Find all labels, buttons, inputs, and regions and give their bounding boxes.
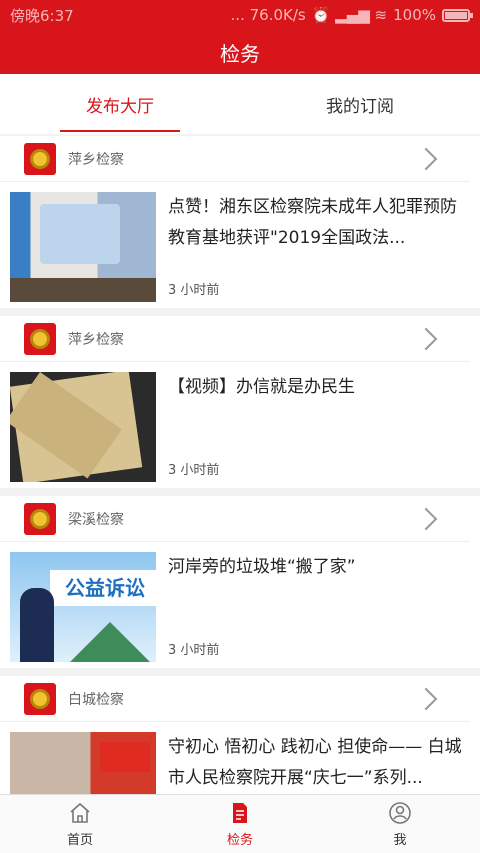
chevron-right-icon[interactable]	[414, 687, 438, 710]
news-title[interactable]: 河岸旁的垃圾堆“搬了家”	[168, 552, 470, 614]
news-thumbnail[interactable]: 公益诉讼	[10, 552, 156, 662]
news-title[interactable]: 【视频】办信就是办民生	[168, 372, 470, 434]
nav-procuratorial[interactable]: 检务	[160, 795, 320, 853]
news-time: 3 小时前	[168, 643, 220, 658]
network-speed: ... 76.0K/s	[230, 6, 306, 24]
news-card[interactable]: 白城检察 守初心 悟初心 践初心 担使命—— 白城市人民检察院开展“庆七一”系列…	[0, 676, 480, 794]
news-title[interactable]: 点赞！湘东区检察院未成年人犯罪预防教育基地获评"2019全国政法...	[168, 192, 470, 254]
procuratorate-emblem-icon	[24, 142, 56, 175]
source-name: 梁溪检察	[68, 511, 124, 528]
source-name: 萍乡检察	[68, 151, 124, 168]
procuratorate-emblem-icon	[24, 682, 56, 715]
signal-icons: ⏰ ▂▄▆ ≋	[311, 6, 388, 24]
news-card[interactable]: 萍乡检察 点赞！湘东区检察院未成年人犯罪预防教育基地获评"2019全国政法...…	[0, 136, 480, 308]
battery-level: 100%	[393, 6, 436, 24]
card-source-row[interactable]: 梁溪检察	[0, 496, 470, 542]
user-icon	[389, 801, 411, 824]
thumbnail-banner-text: 公益诉讼	[50, 570, 156, 606]
nav-label: 首页	[66, 832, 93, 848]
news-time: 3 小时前	[168, 463, 220, 478]
news-card[interactable]: 梁溪检察 公益诉讼 河岸旁的垃圾堆“搬了家” 3 小时前	[0, 496, 480, 668]
nav-home[interactable]: 首页	[0, 795, 160, 853]
nav-label: 我	[393, 832, 407, 848]
status-bar: 傍晚6:37 ... 76.0K/s ⏰ ▂▄▆ ≋ 100%	[0, 0, 480, 30]
bottom-navigation: 首页 检务 我	[0, 794, 480, 853]
chevron-right-icon[interactable]	[414, 147, 438, 170]
status-time: 傍晚6:37	[10, 6, 74, 25]
news-card[interactable]: 萍乡检察 【视频】办信就是办民生 3 小时前	[0, 316, 480, 488]
tab-bar: 发布大厅 我的订阅	[0, 74, 480, 134]
page-title: 检务	[0, 30, 480, 74]
news-thumbnail[interactable]	[10, 372, 156, 482]
chevron-right-icon[interactable]	[414, 327, 438, 350]
tab-publish-hall[interactable]: 发布大厅	[0, 74, 240, 134]
card-source-row[interactable]: 萍乡检察	[0, 136, 470, 182]
news-feed[interactable]: 萍乡检察 点赞！湘东区检察院未成年人犯罪预防教育基地获评"2019全国政法...…	[0, 136, 480, 794]
document-icon	[233, 802, 247, 823]
battery-icon	[442, 8, 473, 22]
tab-my-subscriptions[interactable]: 我的订阅	[240, 74, 480, 134]
news-thumbnail[interactable]	[10, 192, 156, 302]
procuratorate-emblem-icon	[24, 322, 56, 355]
source-name: 白城检察	[68, 691, 124, 708]
news-thumbnail[interactable]	[10, 732, 156, 794]
procuratorate-emblem-icon	[24, 502, 56, 535]
nav-label: 检务	[226, 832, 253, 848]
news-title[interactable]: 守初心 悟初心 践初心 担使命—— 白城市人民检察院开展“庆七一”系列...	[168, 732, 470, 794]
nav-me[interactable]: 我	[320, 795, 480, 853]
news-time: 3 小时前	[168, 283, 220, 298]
home-icon	[70, 802, 90, 823]
card-source-row[interactable]: 白城检察	[0, 676, 470, 722]
card-source-row[interactable]: 萍乡检察	[0, 316, 470, 362]
chevron-right-icon[interactable]	[414, 507, 438, 530]
source-name: 萍乡检察	[68, 331, 124, 348]
